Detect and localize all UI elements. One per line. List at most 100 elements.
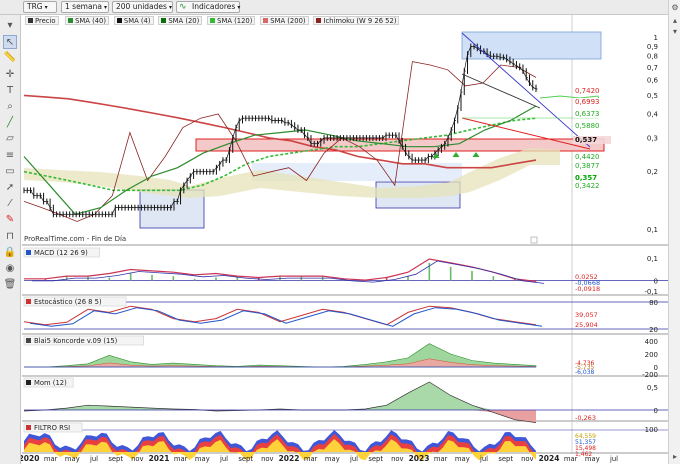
x-tick-label: may [325,455,340,463]
pane-title: FILTRO RSI [34,424,70,432]
x-tick-label: jul [479,455,488,463]
legend-item[interactable]: SMA (200) [260,16,309,25]
indicators-icon: ∿ [179,2,187,12]
x-tick-label: jul [349,455,358,463]
x-tick-label: sept [108,455,123,463]
chevron-down-icon: ▾ [44,4,48,11]
x-tick-label: mar [564,455,578,463]
value-label: 25,904 [575,321,598,329]
x-tick-label: may [585,455,600,463]
price-label: 0,5880 [575,122,600,130]
rectangle-icon[interactable]: ▭ [3,165,17,179]
arrow-down-icon[interactable]: ▾ [670,27,680,37]
arrow-up-icon[interactable]: ▴ [670,16,680,26]
y-tick-label: -0,1 [644,288,658,296]
scroll-icon[interactable]: ▸ [670,452,680,462]
y-tick-label: 0,4 [647,110,659,118]
y-tick-label: 0 [654,278,658,286]
symbol-select[interactable]: TRG ▾ [23,1,57,13]
eye-icon[interactable]: ◉ [3,262,17,276]
text-icon[interactable]: T [3,84,17,98]
legend-swatch [263,18,269,23]
trendline-icon[interactable]: ╱ [3,116,17,130]
y-tick-label: 0,1 [647,226,658,234]
value-label: 39,057 [575,311,598,319]
indicators-button[interactable]: ∿ Indicadores ▾ [176,1,240,13]
legend-label: SMA (4) [123,17,151,25]
legend-swatch [116,18,122,23]
cursor-icon[interactable]: ↖ [3,35,17,50]
y-tick-label: 0,9 [647,43,658,51]
dropdown-arrow-icon[interactable]: ▾ [3,19,17,33]
period-select[interactable]: 1 semana ▾ [61,1,109,13]
legend-item[interactable]: Ichimoku (W 9 26 52) [313,16,400,25]
y-tick-label: 0,3 [647,134,658,142]
zoom-icon[interactable]: ⌕ [3,100,17,114]
y-tick-label: 200 [645,351,658,359]
symbol-label: TRG [27,2,43,11]
units-label: 200 unidades [116,2,167,11]
price-label: 0,537 [575,136,597,144]
app-window: 1 0,9 0,8 0,7 0,6 0,5 0,4 0,3 0,2 0,1 0,7420 0,6993… [0,0,680,464]
x-tick-label: 2021 [149,454,170,463]
x-tick-label: mar [174,455,188,463]
info-icon [530,236,538,244]
y-tick-label: 0,1 [647,255,658,263]
legend-label: Precio [35,17,56,25]
x-tick-label: mar [44,455,58,463]
legend-swatch [161,18,167,23]
legend-swatch [28,18,33,23]
legend-item[interactable]: SMA (4) [113,16,154,25]
units-select[interactable]: 200 unidades ▾ [112,1,173,13]
pane-title: MACD (12 26 9) [34,249,88,257]
indicators-label: Indicadores [192,2,236,11]
lock-icon[interactable]: 🔒 [3,246,17,260]
legend-item[interactable]: SMA (40) [65,16,110,25]
x-tick-label: 2020 [19,454,40,463]
x-tick-label: may [455,455,470,463]
drawing-toolbar: ▾ ↖ 📏 ✛ T ⌕ ╱ ▱ ≡ ▭ ➚ ⁄ ✎ ⊓ 🔒 ◉ 🗑 [0,15,21,464]
y-tick-label: 80 [649,299,658,307]
x-tick-label: jul [89,455,98,463]
x-tick-label: jul [219,455,228,463]
chevron-down-icon: ▾ [168,4,172,11]
fibonacci-icon[interactable]: ≡ [3,149,17,163]
x-tick-label: nov [261,455,274,463]
y-tick-label: 0,5 [647,92,658,100]
legend-item[interactable]: Precio [25,16,59,25]
arrow-icon[interactable]: ➚ [3,181,17,195]
value-label: -0,263 [575,414,596,422]
legend-item[interactable]: SMA (120) [207,16,256,25]
y-tick-label: 400 [645,338,658,346]
x-tick-label: 2023 [409,454,430,463]
ruler-icon[interactable]: 📏 [3,51,17,65]
x-tick-label: mar [434,455,448,463]
trash-icon[interactable]: 🗑 [3,278,17,292]
channel-icon[interactable]: ▱ [3,132,17,146]
legend-item[interactable]: SMA (20) [158,16,203,25]
x-tick-label: mar [304,455,318,463]
segment-icon[interactable]: ⁄ [3,197,17,211]
y-tick-label: 0,7 [647,64,658,72]
pane-title: Estocástico (26 8 5) [34,298,102,306]
x-tick-label: nov [521,455,534,463]
settings-icon[interactable]: ⚙ [670,3,680,13]
legend-label: SMA (40) [75,17,107,25]
chart-subtitle: ProRealTime.com - Fin de Día [24,235,126,243]
y-tick-label: -200 [642,371,658,379]
magnet-icon[interactable]: ⊓ [3,230,17,244]
legend-label: SMA (120) [217,17,253,25]
brush-icon[interactable]: ✎ [3,213,17,227]
legend-label: SMA (20) [168,17,200,25]
chevron-down-icon: ▾ [237,4,241,11]
legend-label: SMA (200) [270,17,306,25]
pane-title-swatch [26,299,31,304]
legend-swatch [316,18,322,23]
crosshair-icon[interactable]: ✛ [3,68,17,82]
toolbar: TRG ▾ 1 semana ▾ 200 unidades ▾ ∿ Indicadore… [0,0,680,15]
x-tick-label: 2024 [539,454,560,463]
value-label: -0,0918 [575,285,600,293]
period-label: 1 semana [65,2,102,11]
pane-title: Mom (12) [34,379,67,387]
x-tick-label: nov [391,455,404,463]
